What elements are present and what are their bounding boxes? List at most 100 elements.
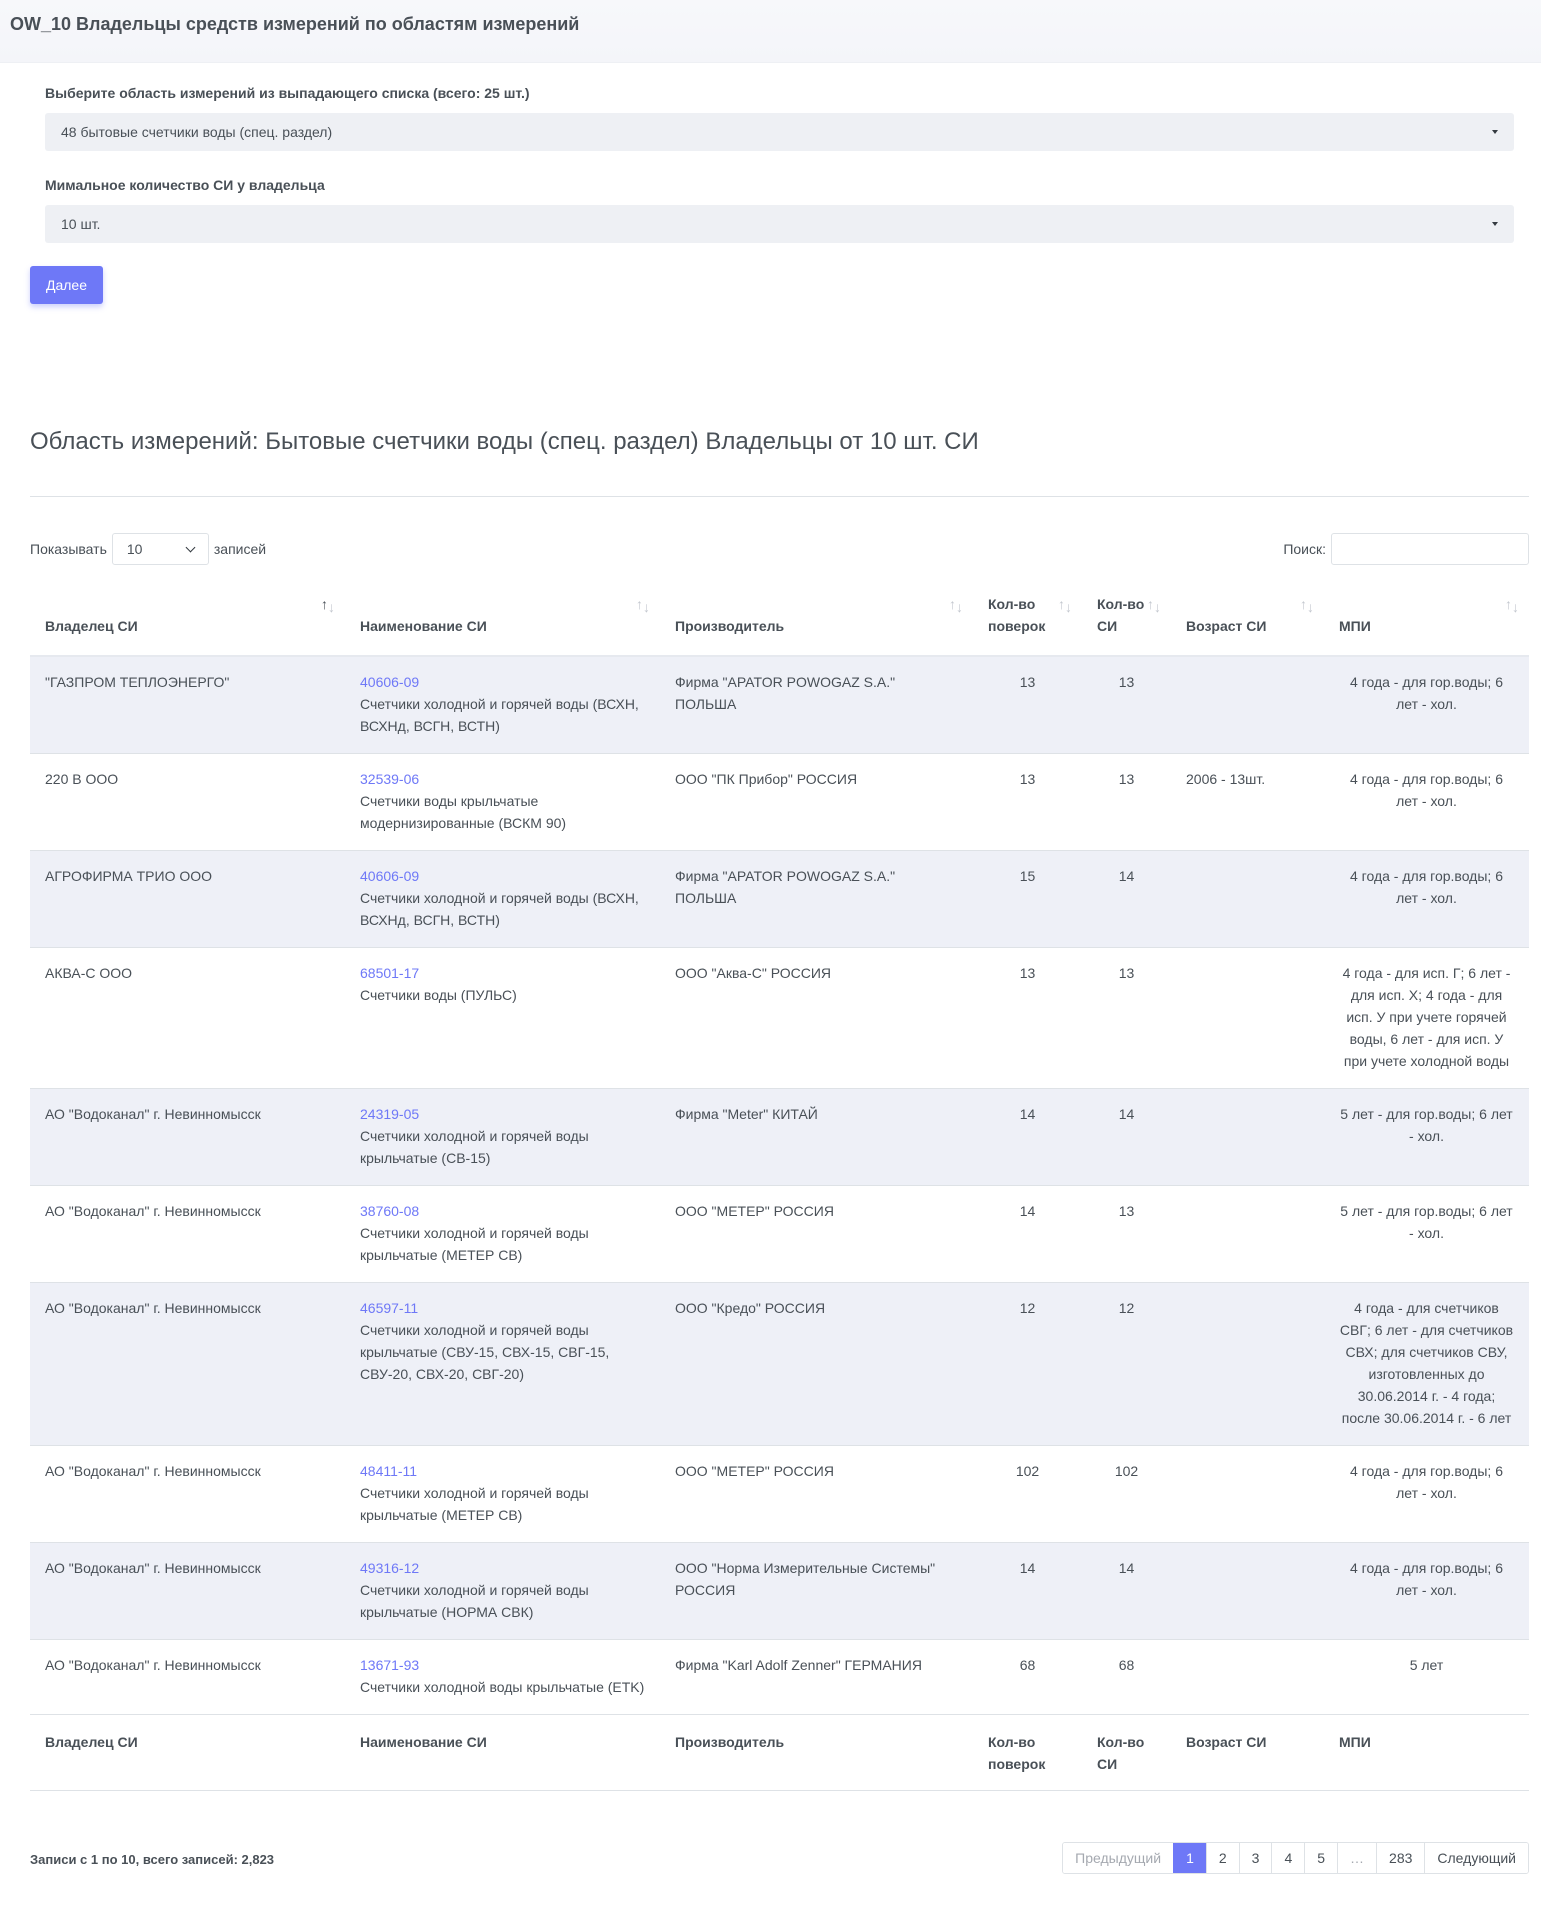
cell-maker: ООО "Кредо" РОССИЯ	[660, 1282, 973, 1446]
cell-age	[1171, 850, 1324, 948]
si-code-link[interactable]: 49316-12	[360, 1557, 645, 1579]
table-row: 220 В ООО 32539-06 Счетчики воды крыльчат…	[30, 753, 1529, 851]
page-length-select[interactable]: 10	[111, 533, 209, 565]
table-footer-row: Владелец СИ Наименование СИ Производител…	[30, 1714, 1529, 1791]
prev-page-button[interactable]: Предыдущий	[1063, 1843, 1174, 1873]
si-code-link[interactable]: 68501-17	[360, 962, 645, 984]
column-header-mpi[interactable]: МПИ ↑ ↓	[1324, 580, 1529, 657]
sort-icon: ↑ ↓	[1505, 596, 1519, 615]
page-button-5[interactable]: 5	[1304, 1843, 1338, 1873]
cell-maker: ООО "ПК Прибор" РОССИЯ	[660, 753, 973, 851]
cell-owner: АО "Водоканал" г. Невинномысск	[30, 1542, 345, 1640]
cell-age	[1171, 1639, 1324, 1715]
cell-name: 68501-17 Счетчики воды (ПУЛЬС)	[345, 947, 660, 1089]
sort-icon: ↑ ↓	[1300, 596, 1314, 615]
footer-header-age: Возраст СИ	[1171, 1714, 1324, 1791]
si-code-link[interactable]: 40606-09	[360, 865, 645, 887]
cell-mpi: 4 года - для гор.воды; 6 лет - хол.	[1324, 655, 1529, 754]
area-select-label: Выберите область измерений из выпадающег…	[45, 85, 530, 101]
divider	[30, 496, 1529, 497]
cell-mpi: 5 лет - для гор.воды; 6 лет - хол.	[1324, 1185, 1529, 1283]
cell-maker: ООО "МЕТЕР" РОССИЯ	[660, 1185, 973, 1283]
cell-mpi: 4 года - для гор.воды; 6 лет - хол.	[1324, 1445, 1529, 1543]
cell-maker: Фирма "APATOR POWOGAZ S.A." ПОЛЬША	[660, 850, 973, 948]
min-count-select[interactable]: 10 шт.	[45, 205, 1514, 243]
cell-age	[1171, 655, 1324, 754]
column-header-name[interactable]: Наименование СИ ↑ ↓	[345, 580, 660, 657]
cell-count: 13	[1082, 655, 1171, 754]
si-code-link[interactable]: 38760-08	[360, 1200, 645, 1222]
column-header-owner[interactable]: Владелец СИ ↑ ↓	[30, 580, 345, 657]
search-control: Поиск:	[1283, 533, 1529, 565]
cell-age	[1171, 1445, 1324, 1543]
cell-count: 13	[1082, 947, 1171, 1089]
next-button[interactable]: Далее	[30, 266, 103, 304]
si-code-link[interactable]: 13671-93	[360, 1654, 645, 1676]
si-code-link[interactable]: 46597-11	[360, 1297, 645, 1319]
si-name: Счетчики холодной и горячей воды крыльча…	[360, 1225, 589, 1263]
si-name: Счетчики холодной и горячей воды (ВСХН, …	[360, 890, 639, 928]
cell-maker: ООО "МЕТЕР" РОССИЯ	[660, 1445, 973, 1543]
cell-checks: 102	[973, 1445, 1082, 1543]
si-code-link[interactable]: 48411-11	[360, 1460, 645, 1482]
cell-maker: Фирма "Meter" КИТАЙ	[660, 1088, 973, 1186]
cell-maker: ООО "Норма Измерительные Системы" РОССИЯ	[660, 1542, 973, 1640]
cell-owner: АО "Водоканал" г. Невинномысск	[30, 1282, 345, 1446]
cell-checks: 13	[973, 753, 1082, 851]
cell-mpi: 5 лет	[1324, 1639, 1529, 1715]
cell-name: 48411-11 Счетчики холодной и горячей воды…	[345, 1445, 660, 1543]
page-length-control: Показывать 10 записей	[30, 533, 266, 565]
sort-icon: ↑ ↓	[321, 596, 335, 615]
search-label: Поиск:	[1283, 541, 1326, 557]
next-page-button[interactable]: Следующий	[1424, 1843, 1528, 1873]
cell-age	[1171, 1088, 1324, 1186]
chevron-down-icon	[185, 542, 196, 552]
cell-owner: АО "Водоканал" г. Невинномысск	[30, 1445, 345, 1543]
si-name: Счетчики холодной и горячей воды крыльча…	[360, 1128, 589, 1166]
si-name: Счетчики воды крыльчатые модернизированн…	[360, 793, 567, 831]
cell-owner: "ГАЗПРОМ ТЕПЛОЭНЕРГО"	[30, 655, 345, 754]
page-title: OW_10 Владельцы средств измерений по обл…	[10, 14, 580, 34]
cell-owner: АГРОФИРМА ТРИО ООО	[30, 850, 345, 948]
si-code-link[interactable]: 24319-05	[360, 1103, 645, 1125]
area-select[interactable]: 48 бытовые счетчики воды (спец. раздел)	[45, 113, 1514, 151]
search-input[interactable]	[1331, 533, 1529, 565]
table-row: АГРОФИРМА ТРИО ООО 40606-09 Счетчики холо…	[30, 850, 1529, 948]
cell-maker: Фирма "APATOR POWOGAZ S.A." ПОЛЬША	[660, 655, 973, 754]
cell-name: 38760-08 Счетчики холодной и горячей воды…	[345, 1185, 660, 1283]
column-header-count[interactable]: Кол-во СИ ↑ ↓	[1082, 580, 1171, 657]
cell-name: 40606-09 Счетчики холодной и горячей воды…	[345, 655, 660, 754]
cell-name: 24319-05 Счетчики холодной и горячей воды…	[345, 1088, 660, 1186]
cell-name: 40606-09 Счетчики холодной и горячей воды…	[345, 850, 660, 948]
page-button-1[interactable]: 1	[1173, 1843, 1206, 1873]
column-header-maker[interactable]: Производитель ↑ ↓	[660, 580, 973, 657]
caret-down-icon	[1492, 130, 1498, 134]
min-count-value: 10 шт.	[61, 216, 101, 232]
footer-header-owner: Владелец СИ	[30, 1714, 345, 1791]
table-row: АО "Водоканал" г. Невинномысск 13671-93 С…	[30, 1639, 1529, 1715]
table-row: АО "Водоканал" г. Невинномысск 24319-05 С…	[30, 1088, 1529, 1186]
cell-count: 13	[1082, 1185, 1171, 1283]
page-button-3[interactable]: 3	[1238, 1843, 1272, 1873]
table-row: АО "Водоканал" г. Невинномысск 48411-11 С…	[30, 1445, 1529, 1543]
cell-count: 13	[1082, 753, 1171, 851]
table-row: "ГАЗПРОМ ТЕПЛОЭНЕРГО" 40606-09 Счетчики х…	[30, 655, 1529, 754]
page-button-283[interactable]: 283	[1376, 1843, 1425, 1873]
column-header-age[interactable]: Возраст СИ ↑ ↓	[1171, 580, 1324, 657]
si-name: Счетчики холодной воды крыльчатые (ETK)	[360, 1679, 645, 1695]
page-button-2[interactable]: 2	[1205, 1843, 1239, 1873]
cell-age	[1171, 1185, 1324, 1283]
si-code-link[interactable]: 32539-06	[360, 768, 645, 790]
si-code-link[interactable]: 40606-09	[360, 671, 645, 693]
cell-count: 14	[1082, 1088, 1171, 1186]
cell-count: 14	[1082, 1542, 1171, 1640]
cell-owner: АКВА-С ООО	[30, 947, 345, 1089]
cell-checks: 12	[973, 1282, 1082, 1446]
cell-checks: 13	[973, 655, 1082, 754]
footer-header-mpi: МПИ	[1324, 1714, 1529, 1791]
column-header-checks[interactable]: Кол-во поверок ↑ ↓	[973, 580, 1082, 657]
sort-icon: ↑ ↓	[636, 596, 650, 615]
page-button-4[interactable]: 4	[1271, 1843, 1305, 1873]
cell-count: 12	[1082, 1282, 1171, 1446]
cell-age	[1171, 1542, 1324, 1640]
